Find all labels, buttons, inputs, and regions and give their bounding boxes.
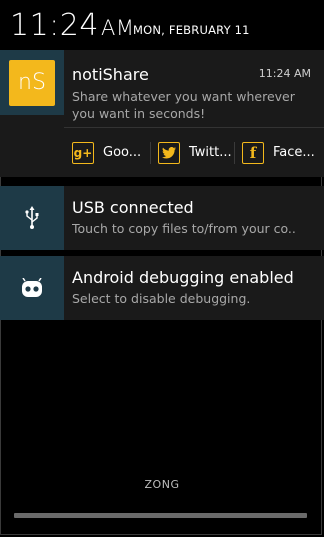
debug-icon-box — [0, 256, 64, 320]
notification-text: Share whatever you want wherever you wan… — [72, 89, 295, 121]
usb-icon — [25, 206, 39, 229]
clock-ampm: AM — [100, 16, 135, 40]
status-header: 11:24AM MON, FEBRUARY 11 — [0, 0, 324, 50]
google-plus-icon: g+ — [72, 141, 94, 164]
action-label: Goo... — [103, 145, 142, 160]
action-separator — [150, 142, 151, 164]
notification-text: Select to disable debugging. — [72, 291, 251, 306]
usb-icon-box — [0, 186, 64, 250]
notification-actions: g+ Goo... Twitt... f Face... — [64, 128, 324, 177]
clock-time: 11:24 — [10, 8, 99, 43]
clock: 11:24AM — [10, 8, 134, 43]
notification-title: USB connected — [72, 198, 194, 217]
notification-time: 11:24 AM — [258, 67, 311, 80]
action-separator — [234, 142, 235, 164]
notishare-logo-icon: nS — [9, 59, 55, 106]
action-label: Face... — [273, 145, 315, 160]
date-label: MON, FEBRUARY 11 — [133, 23, 250, 37]
share-facebook-button[interactable]: f Face... — [242, 128, 315, 177]
facebook-icon: f — [242, 141, 264, 164]
notification-text: Touch to copy files to/from your co.. — [72, 221, 296, 236]
notishare-icon-box: nS — [0, 50, 64, 115]
notification-usb[interactable]: USB connected Touch to copy files to/fro… — [0, 186, 324, 250]
notification-debugging[interactable]: Android debugging enabled Select to disa… — [0, 256, 324, 320]
action-label: Twitt... — [189, 145, 232, 160]
share-google-plus-button[interactable]: g+ Goo... — [72, 128, 141, 177]
carrier-label: ZONG — [144, 478, 180, 491]
notification-title: Android debugging enabled — [72, 268, 294, 287]
share-twitter-button[interactable]: Twitt... — [158, 128, 232, 177]
notification-notishare[interactable]: nS notiShare 11:24 AM Share whatever you… — [0, 50, 324, 177]
drag-handle[interactable] — [14, 513, 307, 518]
twitter-icon — [158, 141, 180, 164]
android-debug-icon — [22, 278, 42, 297]
notification-title: notiShare — [72, 65, 149, 84]
